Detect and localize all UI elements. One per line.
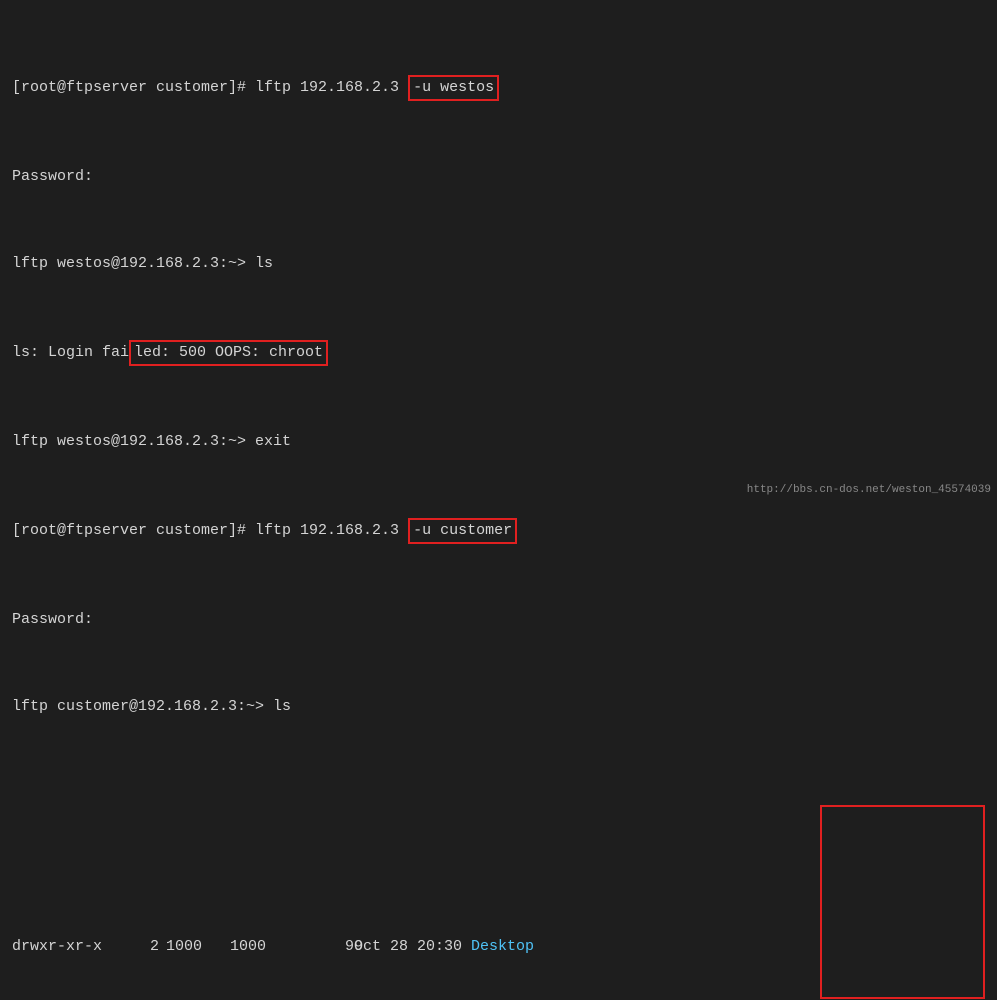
line-exit1: lftp westos@192.168.2.3:~> exit [12, 431, 985, 453]
line-cmd2: [root@ftpserver customer]# lftp 192.168.… [12, 518, 985, 544]
ls-row-desktop: drwxr-xr-x 2 1000 1000 99 Oct 28 20:30 D… [12, 936, 985, 958]
pass2-text: Password: [12, 609, 93, 631]
line-cmd1: [root@ftpserver customer]# lftp 192.168.… [12, 75, 985, 101]
lftp2-text: lftp customer@192.168.2.3:~> ls [12, 696, 291, 718]
dir-names-box [820, 805, 985, 999]
highlight-customer: -u customer [408, 518, 517, 544]
err1-prefix: ls: Login fai [12, 342, 129, 364]
line-err1: ls: Login failed: 500 OOPS: chroot [12, 340, 985, 366]
terminal: [root@ftpserver customer]# lftp 192.168.… [0, 0, 997, 1000]
pass1-text: Password: [12, 166, 93, 188]
ls-output: drwxr-xr-x 2 1000 1000 99 Oct 28 20:30 D… [12, 805, 985, 1000]
line-lftp2: lftp customer@192.168.2.3:~> ls [12, 696, 985, 718]
line-lftp1: lftp westos@192.168.2.3:~> ls [12, 253, 985, 275]
highlight-westos: -u westos [408, 75, 499, 101]
exit1-text: lftp westos@192.168.2.3:~> exit [12, 431, 291, 453]
highlight-chroot: led: 500 OOPS: chroot [129, 340, 328, 366]
cmd1-text: [root@ftpserver customer]# lftp 192.168.… [12, 77, 408, 99]
lftp1-text: lftp westos@192.168.2.3:~> ls [12, 253, 273, 275]
line-pass2: Password: [12, 609, 985, 631]
line-pass1: Password: [12, 166, 985, 188]
watermark: http://bbs.cn-dos.net/weston_45574039 [747, 484, 991, 496]
cmd2-text: [root@ftpserver customer]# lftp 192.168.… [12, 520, 408, 542]
